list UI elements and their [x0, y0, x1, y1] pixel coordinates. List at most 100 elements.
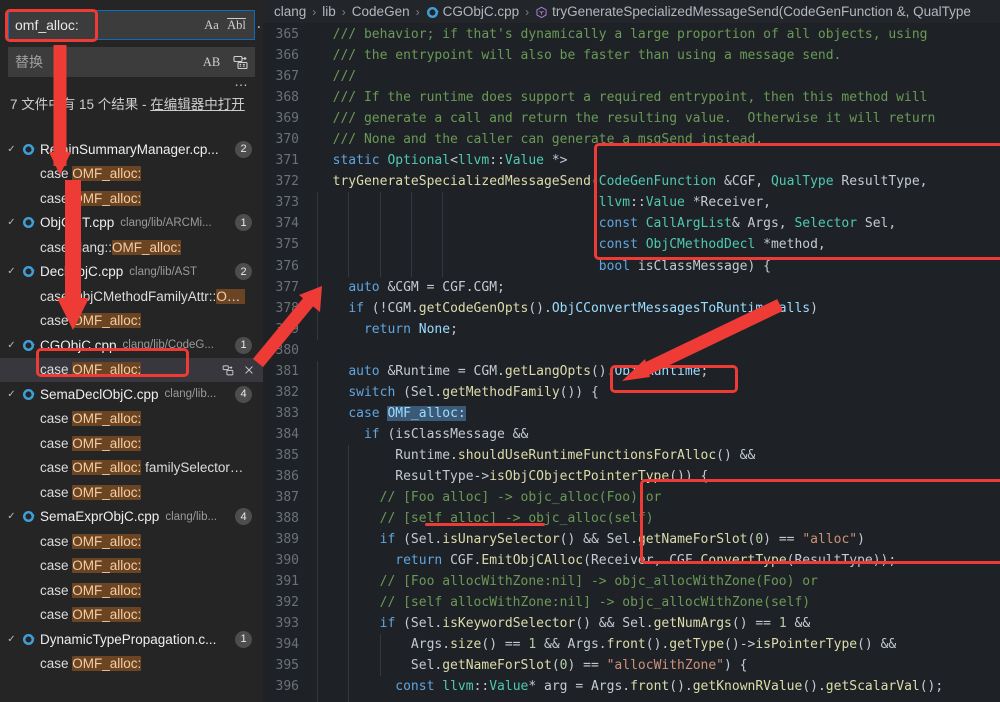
code-line[interactable]: 387 // [Foo alloc] -> objc_alloc(Foo) or	[263, 487, 1000, 509]
code-line[interactable]: 378 if (!CGM.getCodeGenOpts().ObjCConver…	[263, 297, 1000, 319]
code-line[interactable]: 371 static Optional<llvm::Value *>	[263, 150, 1000, 171]
chevron-down-icon[interactable]: ✓	[3, 340, 20, 351]
regex-icon[interactable]: .*	[252, 16, 263, 35]
result-match-row[interactable]: case OMF_alloc:	[0, 162, 263, 187]
code-line[interactable]: 390 return CGF.EmitObjCAlloc(Receiver, C…	[263, 550, 1000, 572]
result-file-row[interactable]: ✓ RetainSummaryManager.cp... 2	[0, 137, 263, 162]
breadcrumb[interactable]: clang › lib › CodeGen › CGObjC.cpp › tryGenerate…	[263, 0, 1000, 23]
more-actions-button[interactable]: …	[0, 74, 263, 91]
result-match-row[interactable]: case OMF_alloc:	[0, 603, 263, 628]
code-line[interactable]: 377 auto &CGM = CGF.CGM;	[263, 276, 1000, 298]
result-match-row[interactable]: case OMF_alloc:	[0, 480, 263, 505]
open-in-editor-link[interactable]: 在编辑器中打开	[150, 97, 245, 112]
code-line[interactable]: 397 if (isa<llvm::ConstantPointerNull>(a…	[263, 697, 1000, 702]
result-match-row[interactable]: case clang::OMF_alloc:	[0, 235, 263, 260]
code-token: tryGenerateSpecializedMessageSend	[332, 174, 591, 190]
result-match-row[interactable]: case OMF_alloc:	[0, 186, 263, 211]
breadcrumb-item[interactable]: tryGenerateSpecializedMessageSend(CodeGe…	[535, 4, 971, 19]
code-content[interactable]: 365 /// behavior; if that's dynamically …	[263, 23, 1000, 702]
code-line[interactable]: 386 ResultType->isObjCObjectPointerType(…	[263, 465, 1000, 488]
code-line[interactable]: 376 bool isClassMessage) {	[263, 255, 1000, 277]
search-results-tree[interactable]: ✓ RetainSummaryManager.cp... 2 case OMF_all…	[0, 137, 263, 702]
code-line[interactable]: 365 /// behavior; if that's dynamically …	[263, 24, 1000, 45]
code-line[interactable]: 383 case OMF_alloc:	[263, 402, 1000, 424]
code-line[interactable]: 380	[263, 340, 1000, 361]
code-line[interactable]: 382 switch (Sel.getMethodFamily()) {	[263, 381, 1000, 403]
code-line[interactable]: 392 // [self allocWithZone:nil] -> objc_…	[263, 592, 1000, 614]
code-line-text: auto &Runtime = CGM.getLangOpts().ObjCRu…	[317, 360, 1000, 382]
result-match-row[interactable]: case OMF_alloc:	[0, 309, 263, 334]
search-field-container[interactable]: Aa Abl .*	[8, 10, 263, 40]
breadcrumb-item[interactable]: lib	[322, 4, 336, 19]
breadcrumb-item[interactable]: CGObjC.cpp	[426, 4, 519, 19]
code-line[interactable]: 368 /// If the runtime does support a re…	[263, 87, 1000, 108]
code-line[interactable]: 396 const llvm::Value* arg = Args.front(…	[263, 676, 1000, 698]
result-match-row[interactable]: case OMF_alloc:	[0, 431, 263, 456]
result-file-row[interactable]: ✓ DynamicTypePropagation.c... 1	[0, 627, 263, 652]
indent-guide	[317, 613, 318, 635]
code-line-text: if (isClassMessage &&	[317, 423, 1000, 445]
code-token: () && Sel.	[559, 532, 638, 548]
result-match-text: case OMF_alloc:	[40, 558, 142, 574]
code-line[interactable]: 388 // [self alloc] -> objc_alloc(self)	[263, 508, 1000, 530]
whole-word-icon[interactable]: Abl	[227, 16, 246, 35]
result-file-row[interactable]: ✓ DeclObjC.cpp clang/lib/AST 2	[0, 260, 263, 285]
code-line[interactable]: 394 Args.size() == 1 && Args.front().get…	[263, 634, 1000, 656]
code-line[interactable]: 389 if (Sel.isUnarySelector() && Sel.get…	[263, 529, 1000, 551]
code-line[interactable]: 366 /// the entrypoint will also be fast…	[263, 45, 1000, 66]
indent-guide	[348, 613, 350, 635]
chevron-down-icon[interactable]: ✓	[3, 217, 20, 228]
code-line[interactable]: 373 llvm::Value *Receiver,	[263, 192, 1000, 214]
result-match-row[interactable]: case ObjCMethodFamilyAttr::OMF_a...	[0, 284, 263, 309]
replace-all-icon[interactable]	[229, 50, 252, 74]
code-line[interactable]: 369 /// generate a call and return the r…	[263, 108, 1000, 129]
code-line[interactable]: 375 const ObjCMethodDecl *method,	[263, 234, 1000, 256]
chevron-right-icon: ›	[341, 4, 346, 19]
result-file-path: clang/lib...	[164, 388, 217, 401]
match-case-icon[interactable]: Aa	[202, 16, 221, 35]
result-file-row[interactable]: ✓ ObjCMT.cpp clang/lib/ARCMi... 1	[0, 211, 263, 236]
code-line-text: if (Sel.isUnarySelector() && Sel.getName…	[317, 529, 1000, 551]
dismiss-match-button[interactable]	[243, 364, 255, 376]
result-match-row[interactable]: case OMF_alloc:	[0, 529, 263, 554]
result-match-row[interactable]: case OMF_alloc:	[0, 407, 263, 432]
replace-input[interactable]	[9, 49, 202, 75]
search-input[interactable]	[9, 12, 202, 38]
code-line[interactable]: 393 if (Sel.isKeywordSelector() && Sel.g…	[263, 613, 1000, 635]
result-match-row[interactable]: case OMF_alloc: familySelector = F_...	[0, 456, 263, 481]
preserve-case-icon[interactable]: AB	[202, 53, 221, 72]
code-line[interactable]: 372 tryGenerateSpecializedMessageSend(Co…	[263, 171, 1000, 192]
indent-guide	[410, 255, 412, 277]
result-match-row-selected[interactable]: case OMF_alloc:	[0, 357, 263, 382]
result-file-name: DeclObjC.cpp	[40, 264, 124, 280]
code-line[interactable]: 370 /// None and the caller can generate…	[263, 129, 1000, 150]
replace-field-container[interactable]: AB	[8, 47, 255, 77]
code-line[interactable]: 367 ///	[263, 66, 1000, 87]
result-file-row[interactable]: ✓ SemaExprObjC.cpp clang/lib... 4	[0, 505, 263, 530]
chevron-down-icon[interactable]: ✓	[3, 144, 20, 155]
code-line[interactable]: 374 const CallArgList& Args, Selector Se…	[263, 213, 1000, 235]
chevron-down-icon[interactable]: ✓	[3, 266, 20, 277]
breadcrumb-item[interactable]: clang	[274, 4, 306, 19]
chevron-down-icon[interactable]: ✓	[3, 511, 20, 522]
code-line[interactable]: 395 Sel.getNameForSlot(0) == "allocWithZ…	[263, 655, 1000, 677]
chevron-down-icon[interactable]: ✓	[3, 389, 20, 400]
code-token: CodeGenFunction	[598, 174, 717, 190]
code-line[interactable]: 385 Runtime.shouldUseRuntimeFunctionsFor…	[263, 444, 1000, 466]
result-file-row[interactable]: ✓ SemaDeclObjC.cpp clang/lib... 4	[0, 382, 263, 407]
result-file-row[interactable]: ✓ CGObjC.cpp clang/lib/CodeG... 1	[0, 333, 263, 358]
code-line[interactable]: 379 return None;	[263, 318, 1000, 340]
result-match-row[interactable]: case OMF_alloc:	[0, 652, 263, 677]
result-match-text: case OMF_alloc:	[40, 166, 142, 182]
result-match-row[interactable]: case OMF_alloc:	[0, 578, 263, 603]
code-line[interactable]: 381 auto &Runtime = CGM.getLangOpts().Ob…	[263, 360, 1000, 382]
code-line[interactable]: 391 // [Foo allocWithZone:nil] -> objc_a…	[263, 571, 1000, 593]
code-line-text: /// the entrypoint will also be faster t…	[317, 45, 1000, 66]
breadcrumb-item[interactable]: CodeGen	[352, 4, 410, 19]
code-line[interactable]: 384 if (isClassMessage &&	[263, 423, 1000, 445]
result-match-row[interactable]: case OMF_alloc:	[0, 554, 263, 579]
replace-match-button[interactable]	[222, 364, 234, 376]
chevron-down-icon[interactable]: ✓	[3, 634, 20, 645]
code-token: bool	[598, 258, 631, 274]
